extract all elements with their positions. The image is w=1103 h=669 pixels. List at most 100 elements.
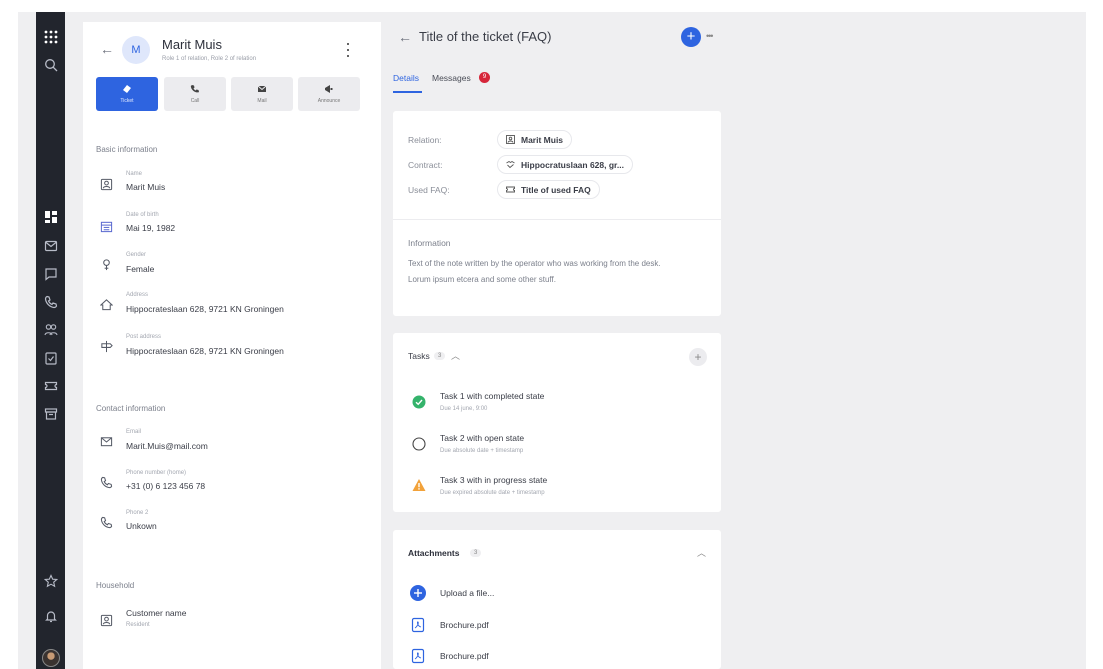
attachments-title: Attachments bbox=[408, 548, 460, 558]
pdf-file-icon bbox=[411, 617, 425, 633]
kebab-menu-icon[interactable] bbox=[345, 43, 351, 57]
relation-label: Relation: bbox=[408, 135, 442, 145]
tasks-title: Tasks bbox=[408, 351, 430, 361]
inbox-icon[interactable] bbox=[43, 238, 59, 254]
attachments-count: 3 bbox=[470, 549, 482, 557]
archive-icon[interactable] bbox=[43, 406, 59, 422]
email-value[interactable]: Marit.Muis@mail.com bbox=[126, 441, 208, 451]
information-text: Text of the note written by the operator… bbox=[408, 259, 661, 284]
ticket-title: Title of the ticket (FAQ) bbox=[419, 29, 552, 44]
mail-button[interactable]: Mail bbox=[231, 77, 293, 111]
star-icon[interactable] bbox=[43, 573, 59, 589]
contact-avatar: M bbox=[122, 36, 150, 64]
task-board-icon[interactable] bbox=[43, 350, 59, 366]
phone2-label: Phone 2 bbox=[126, 510, 149, 516]
task-2-due: Due absolute date + timestamp bbox=[440, 448, 524, 454]
task-2-name[interactable]: Task 2 with open state bbox=[440, 433, 524, 443]
address-value: Hippocrateslaan 628, 9721 KN Groningen bbox=[126, 304, 284, 314]
ticket-button-label: Ticket bbox=[120, 98, 134, 104]
mail-button-label: Mail bbox=[257, 98, 267, 104]
add-task-button[interactable]: + bbox=[689, 348, 707, 366]
announce-button[interactable]: Announce bbox=[298, 77, 360, 111]
dashboard-icon[interactable] bbox=[43, 209, 59, 225]
mail-icon bbox=[257, 85, 267, 92]
chat-icon[interactable] bbox=[43, 266, 59, 282]
home-icon bbox=[99, 297, 113, 311]
contract-label: Contract: bbox=[408, 160, 443, 170]
search-icon[interactable] bbox=[43, 57, 59, 73]
phone-value[interactable]: +31 (0) 6 123 456 78 bbox=[126, 481, 205, 491]
email-label: Email bbox=[126, 429, 142, 435]
phone-icon[interactable] bbox=[43, 294, 59, 310]
task-3-due: Due expired absolute date + timestamp bbox=[440, 490, 545, 496]
chevron-up-icon[interactable]: ︿ bbox=[451, 349, 460, 362]
relation-value: Marit Muis bbox=[521, 134, 564, 145]
name-label: Name bbox=[126, 171, 143, 177]
bell-icon[interactable] bbox=[43, 608, 59, 624]
active-tab-indicator bbox=[393, 91, 422, 93]
faq-value: Title of used FAQ bbox=[521, 184, 591, 195]
contact-info-title: Contact information bbox=[96, 404, 166, 413]
relation-chip[interactable]: Marit Muis bbox=[497, 130, 573, 149]
more-options-icon[interactable]: ••• bbox=[706, 31, 714, 41]
tab-messages[interactable]: Messages bbox=[432, 73, 471, 83]
ticket-icon[interactable] bbox=[43, 378, 59, 394]
call-button-label: Call bbox=[190, 98, 200, 104]
people-icon[interactable] bbox=[43, 322, 59, 338]
warning-icon[interactable] bbox=[412, 478, 426, 492]
household-title: Household bbox=[96, 581, 135, 590]
gender-label: Gender bbox=[126, 252, 147, 258]
ticket-back-arrow-icon[interactable]: ← bbox=[398, 29, 412, 45]
check-circle-icon[interactable] bbox=[412, 395, 426, 409]
person-icon bbox=[99, 613, 113, 627]
address-label: Address bbox=[126, 292, 149, 298]
gender-value: Female bbox=[126, 264, 155, 274]
task-1-name[interactable]: Task 1 with completed state bbox=[440, 391, 544, 401]
contact-roles: Role 1 of relation, Role 2 of relation bbox=[162, 56, 257, 62]
ticket-icon bbox=[123, 85, 131, 93]
ticket-icon bbox=[506, 186, 515, 193]
upload-file-link[interactable]: Upload a file... bbox=[440, 588, 494, 598]
announce-button-label: Announce bbox=[317, 98, 341, 104]
messages-badge: 9 bbox=[479, 72, 490, 83]
phone-icon bbox=[190, 85, 199, 93]
tasks-count: 3 bbox=[434, 352, 446, 360]
attachment-file-1[interactable]: Brochure.pdf bbox=[440, 620, 489, 630]
email-icon bbox=[99, 434, 113, 448]
user-avatar[interactable] bbox=[42, 649, 60, 667]
faq-chip[interactable]: Title of used FAQ bbox=[497, 180, 600, 199]
open-circle-icon[interactable] bbox=[412, 437, 426, 451]
contract-value: Hippocratuslaan 628, gr... bbox=[521, 159, 624, 170]
contact-name: Marit Muis bbox=[162, 37, 222, 52]
contract-chip[interactable]: Hippocratuslaan 628, gr... bbox=[497, 155, 633, 174]
phone2-icon bbox=[99, 515, 113, 529]
handshake-icon bbox=[506, 160, 515, 169]
information-title: Information bbox=[408, 238, 451, 248]
post-address-label: Post address bbox=[126, 334, 162, 340]
name-value: Marit Muis bbox=[126, 182, 166, 192]
dob-value: Mai 19, 1982 bbox=[126, 223, 176, 233]
megaphone-icon bbox=[325, 85, 333, 93]
ticket-button[interactable]: Ticket bbox=[96, 77, 158, 111]
call-button[interactable]: Call bbox=[164, 77, 226, 111]
post-address-value: Hippocrateslaan 628, 9721 KN Groningen bbox=[126, 346, 284, 356]
dob-label: Date of birth bbox=[126, 212, 159, 218]
pdf-file-icon bbox=[411, 648, 425, 664]
tasks-card bbox=[393, 333, 721, 512]
calendar-icon bbox=[99, 219, 113, 233]
add-button[interactable]: + bbox=[681, 27, 701, 47]
apps-grid-icon[interactable] bbox=[43, 29, 59, 45]
person-icon bbox=[506, 135, 515, 144]
nav-rail bbox=[36, 12, 65, 669]
chevron-up-icon[interactable]: ︿ bbox=[697, 546, 706, 559]
person-icon bbox=[99, 177, 113, 191]
attachment-file-2[interactable]: Brochure.pdf bbox=[440, 651, 489, 661]
phone-label: Phone number (home) bbox=[126, 470, 187, 476]
tab-details[interactable]: Details bbox=[393, 73, 419, 83]
faq-label: Used FAQ: bbox=[408, 185, 450, 195]
task-3-name[interactable]: Task 3 with in progress state bbox=[440, 475, 547, 485]
household-customer-name[interactable]: Customer name bbox=[126, 608, 186, 618]
basic-info-title: Basic information bbox=[96, 145, 158, 154]
upload-plus-icon[interactable] bbox=[410, 585, 426, 601]
back-arrow-icon[interactable]: ← bbox=[100, 41, 114, 57]
